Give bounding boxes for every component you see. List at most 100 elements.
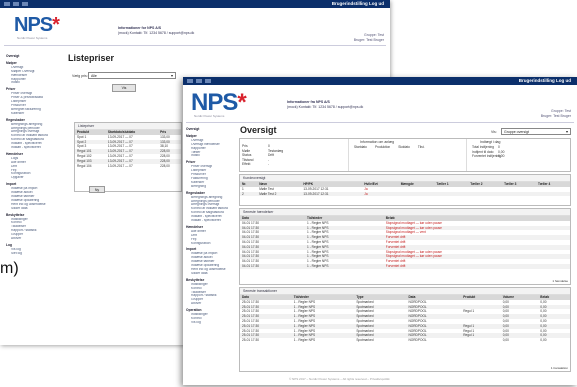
summary-center-headers: Startdato Produktion Slutdato Tilst.: [354, 145, 425, 149]
back-window-controls: [4, 2, 28, 6]
table-cell: [461, 338, 500, 343]
front-view-label: Vis:: [491, 130, 497, 134]
nav-item[interactable]: Beregning: [186, 185, 230, 189]
front-page-title: Oversigt: [240, 125, 277, 135]
table-cell: 04-01 17:30: [240, 263, 306, 269]
nav-item[interactable]: Arkiver: [186, 302, 230, 306]
table-cell: 228,00: [160, 163, 170, 168]
caption-fragment: m): [0, 260, 19, 277]
table-row[interactable]: 25-01 17:30 1 - Regler NPS Spotmarked NORDP…: [240, 338, 570, 343]
summary-right-title: Indtægt i dag: [480, 140, 501, 144]
table-cell: 25-01 17:30: [242, 338, 260, 343]
back-sidebar-nav: Oversigt Mølper Oversigt Mølper Oversigt Hæn…: [6, 52, 50, 256]
table-row[interactable]: 2 Mølle Test 2 13-09-2017 12:31 Ja: [240, 191, 570, 197]
table-cell: 13-09-2017 12:31: [301, 191, 363, 197]
back-new-button[interactable]: Ny: [89, 186, 105, 193]
summary-value: Drift: [268, 153, 275, 158]
nav-item[interactable]: Indkøb - specificeret: [186, 219, 230, 223]
customers-title: Kundeoversigt: [240, 175, 570, 182]
nav-item[interactable]: Indstil: [6, 81, 50, 85]
transactions-table: Dato Tid/steder Type Data Produkt Volume Beløb…: [240, 295, 570, 343]
summary-left: Pris 0 Mølle Testanlæg Status Drift Tilstand - E…: [242, 144, 283, 167]
table-cell: Mølle Test 2: [257, 191, 302, 197]
table-cell: Spotmarked: [356, 338, 374, 343]
table-row[interactable]: 04-01 17:30 1 - Regler NPS Forventet drift: [240, 263, 570, 269]
back-header-divider: [4, 45, 386, 46]
front-events-panel: Seneste hændelser Dato Tid/steder Beløb 04-…: [239, 208, 571, 285]
summary-key: Effekt: [242, 162, 251, 167]
front-footer: © NPS 2017 – Nordic Power Systems – All …: [289, 377, 390, 381]
summary-row: Forventet indtjening0,00: [472, 154, 504, 159]
table-cell: NORDPOOL: [408, 338, 427, 343]
back-panel-title: Listepriser: [75, 123, 181, 130]
nav-section-title[interactable]: Oversigt: [186, 127, 230, 132]
table-cell: [536, 191, 570, 197]
table-cell: Regul 104: [77, 163, 92, 168]
summary-value: -: [268, 157, 270, 162]
nav-item[interactable]: Konfiguration: [186, 242, 230, 246]
table-cell: 0,00: [502, 338, 509, 343]
nav-item[interactable]: Indkøb - specificeret: [6, 146, 50, 150]
summary-row: Effekt -: [242, 162, 283, 167]
summary-value: 0,00: [498, 154, 505, 159]
front-header-info: Informationer fra NPS A/S (mock) Kontakt…: [287, 100, 364, 109]
back-topbar-links[interactable]: Brugerindstilling Log ud: [332, 1, 384, 6]
back-nps-logo: NPS*: [14, 14, 60, 36]
table-cell: 1 - Regler NPS: [293, 338, 316, 343]
front-window-controls: [187, 79, 211, 83]
nav-item[interactable]: Opgaver: [6, 176, 50, 180]
summary-right: Total indtjening 0 Indtjent til dato 0,00 Fo…: [472, 145, 504, 159]
back-price-select[interactable]: Alle: [88, 72, 176, 79]
table-cell: [434, 191, 469, 197]
events-title: Seneste hændelser: [240, 209, 570, 216]
front-summary-panel: Pris 0 Mølle Testanlæg Status Drift Tilstand - E…: [239, 138, 571, 172]
front-header-divider: [186, 122, 574, 123]
front-window: Brugerindstilling Log ud NPS* Nordic Pow…: [183, 77, 577, 385]
nav-item[interactable]: Arkiver: [6, 237, 50, 241]
transactions-more-link[interactable]: 1 transaktion: [551, 366, 568, 370]
table-cell: 13-09-2017 — 07: [107, 163, 133, 168]
table-cell: [468, 191, 503, 197]
table-cell: [502, 191, 537, 197]
summary-center-header: Startdato: [354, 145, 367, 149]
front-nps-logo: NPS*: [191, 89, 247, 116]
nav-section-title[interactable]: Oversigt: [6, 54, 50, 59]
summary-value: 0: [268, 144, 270, 148]
nav-item[interactable]: Sikker data: [186, 272, 230, 276]
front-topbar: Brugerindstilling Log ud: [183, 77, 577, 85]
table-row[interactable]: Regul 104 13-09-2017 — 07 228,00: [75, 164, 181, 169]
nav-item[interactable]: Kalender: [6, 112, 50, 116]
nav-item[interactable]: Indstil: [186, 154, 230, 158]
back-show-button[interactable]: Vis: [112, 84, 136, 92]
summary-key: Forventet indtjening: [472, 154, 501, 159]
front-transactions-panel: Seneste transaktioner Dato Tid/steder Type…: [239, 287, 571, 372]
summary-center-header: Produktion: [374, 145, 391, 149]
back-listprices-table: Produkt Startdato/slutdato Pris Spot 1 13…: [75, 130, 181, 168]
summary-center-header: Slutdato: [398, 145, 410, 149]
nav-item[interactable]: Vis log: [186, 321, 230, 325]
front-sidebar-nav: Oversigt Mølper Oversigt Oversigt hændelser…: [186, 125, 230, 325]
front-logo-subtitle: Nordic Power Systems: [194, 114, 225, 118]
back-filter-label: Vælg pris:: [72, 74, 88, 78]
events-table: Dato Tid/steder Beløb 04-01 17:30 1 - Regler…: [240, 216, 570, 269]
summary-center-header: Tilst.: [417, 145, 425, 149]
customers-table: Nr. Navn HP/PK Hvile/Evt Mængde Tæller 1 Tælle…: [240, 182, 570, 197]
table-row[interactable]: Regul 103 13-09-2017 — 07 228,00: [75, 158, 181, 164]
front-customers-panel: Kundeoversigt Nr. Navn HP/PK Hvile/Evt Mængd…: [239, 174, 571, 206]
nav-item[interactable]: Slet log: [6, 252, 50, 256]
back-topbar: Brugerindstilling Log ud: [0, 0, 390, 8]
table-cell: 0,00: [540, 338, 547, 343]
nav-item[interactable]: Sikker data: [6, 207, 50, 211]
summary-value: -: [268, 162, 270, 167]
events-more-link[interactable]: 1 hændelse: [552, 279, 568, 283]
back-page-title: Listepriser: [68, 53, 115, 63]
back-listprices-panel: Listepriser Produkt Startdato/slutdato P…: [74, 122, 182, 193]
front-topbar-links[interactable]: Brugerindstilling Log ud: [519, 78, 571, 83]
summary-value: 0: [498, 145, 500, 149]
table-cell: Forventet drift: [383, 263, 570, 269]
table-cell: Ja: [362, 191, 399, 197]
transactions-title: Seneste transaktioner: [240, 288, 570, 295]
back-header-info: Informationer for NPS A/S (mock) Kontakt…: [118, 26, 195, 35]
front-view-select[interactable]: Gruppe oversigt: [501, 128, 571, 135]
table-cell: 1 - Regler NPS: [305, 263, 384, 269]
